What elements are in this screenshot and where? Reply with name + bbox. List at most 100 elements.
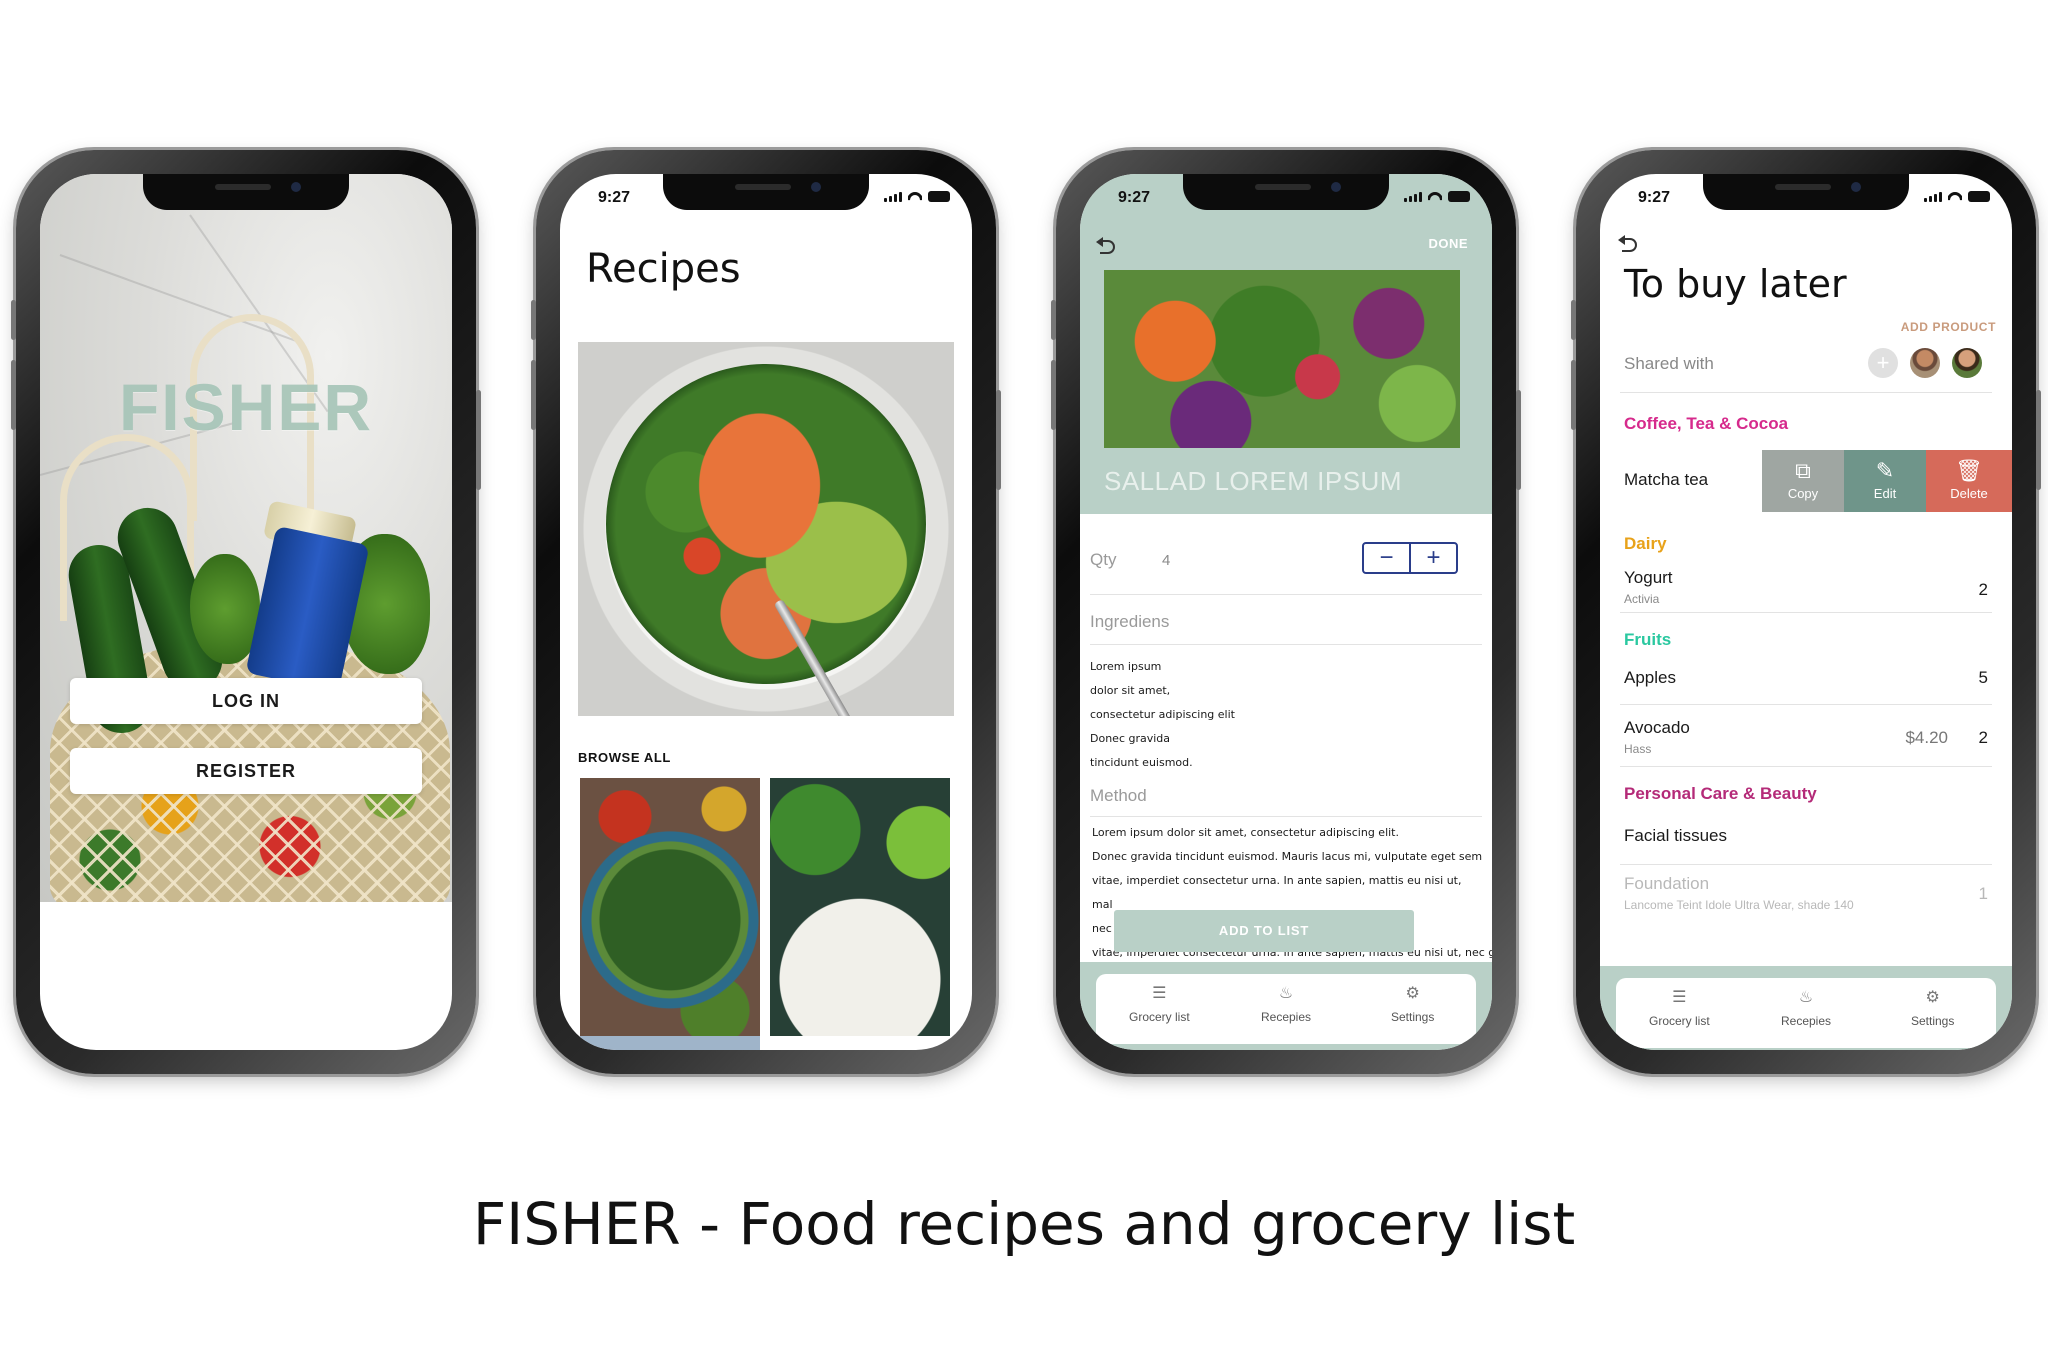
tab-label: Recepies xyxy=(1260,1010,1312,1024)
recipes-screen: 9:27 Recipes BROWSE ALL xyxy=(560,174,972,1050)
divider xyxy=(1090,816,1482,817)
action-label: Delete xyxy=(1950,486,1988,501)
method-label: Method xyxy=(1090,786,1147,805)
qty-label: Qty xyxy=(1090,550,1117,569)
item-quantity[interactable]: 2 xyxy=(1979,580,1988,600)
copy-button[interactable]: ⧉ Copy xyxy=(1762,450,1844,512)
divider xyxy=(1620,704,1992,705)
app-logo-text: FISHER xyxy=(118,370,374,444)
wifi-icon xyxy=(1948,191,1962,202)
page-title: Recipes xyxy=(586,246,741,292)
page-title: To buy later xyxy=(1624,262,1847,306)
notch xyxy=(1703,174,1909,210)
signal-icon xyxy=(884,192,902,202)
recipe-thumbnail[interactable] xyxy=(580,778,760,1036)
pot-icon: ♨ xyxy=(1278,985,1294,1002)
item-name[interactable]: Avocado xyxy=(1624,718,1690,738)
tab-label: Grocery list xyxy=(1128,1010,1190,1024)
clock: 9:27 xyxy=(598,189,631,206)
wifi-icon xyxy=(1428,191,1442,202)
item-brand: Activia xyxy=(1624,592,1660,606)
side-button xyxy=(1516,390,1521,490)
delete-button[interactable]: 🗑 Delete xyxy=(1926,450,2012,512)
tab-label: Settings xyxy=(1391,1010,1435,1024)
side-button xyxy=(1051,300,1056,340)
login-screen: FISHER LOG IN REGISTER xyxy=(40,174,452,1050)
clock: 9:27 xyxy=(1638,189,1671,206)
back-icon[interactable] xyxy=(1618,235,1638,252)
plus-icon[interactable]: + xyxy=(1409,544,1456,572)
battery-icon xyxy=(1448,191,1470,202)
phone-login: FISHER LOG IN REGISTER xyxy=(11,150,481,1074)
avatar[interactable] xyxy=(1910,348,1940,378)
tab-recepies[interactable]: ♨ Recepies xyxy=(1743,978,1870,1048)
side-button xyxy=(531,360,536,430)
pot-icon: ♨ xyxy=(1798,989,1814,1006)
item-quantity[interactable]: 2 xyxy=(1979,728,1988,748)
back-icon[interactable] xyxy=(1096,237,1116,254)
phone-recipe-detail: 9:27 DONE SALLAD LOREM IPSUM Qty 4 − + I… xyxy=(1051,150,1521,1074)
divider xyxy=(1620,392,1992,393)
recipe-photo xyxy=(1104,270,1460,448)
item-name[interactable]: Yogurt xyxy=(1624,568,1673,588)
qty-value: 4 xyxy=(1162,552,1171,569)
gear-icon: ⚙ xyxy=(1405,985,1420,1002)
method-line: nec xyxy=(1092,922,1112,935)
battery-icon xyxy=(928,191,950,202)
recipe-thumbnail[interactable] xyxy=(580,1036,760,1050)
ingredient-line: Donec gravida xyxy=(1090,732,1171,745)
add-product-button[interactable]: ADD PRODUCT xyxy=(1901,320,1996,334)
quantity-stepper[interactable]: − + xyxy=(1362,542,1458,574)
wifi-icon xyxy=(908,191,922,202)
item-name[interactable]: Matcha tea xyxy=(1624,470,1708,490)
add-to-list-button[interactable]: ADD TO LIST xyxy=(1114,910,1414,952)
tab-settings[interactable]: ⚙ Settings xyxy=(1869,978,1996,1048)
phone-recipes: 9:27 Recipes BROWSE ALL xyxy=(531,150,1001,1074)
minus-icon[interactable]: − xyxy=(1364,544,1409,572)
side-button xyxy=(11,300,16,340)
item-name[interactable]: Foundation xyxy=(1624,874,1709,894)
action-label: Edit xyxy=(1873,486,1897,501)
side-button xyxy=(996,390,1001,490)
item-quantity[interactable]: 5 xyxy=(1979,668,1988,688)
side-button xyxy=(11,360,16,430)
tab-settings[interactable]: ⚙ Settings xyxy=(1349,974,1476,1044)
divider xyxy=(1620,766,1992,767)
side-button xyxy=(476,390,481,490)
recipe-thumbnail[interactable] xyxy=(770,778,950,1036)
browse-all-heading[interactable]: BROWSE ALL xyxy=(578,750,671,765)
trash-icon: 🗑 xyxy=(1955,458,1983,483)
side-button xyxy=(1051,360,1056,430)
method-line: vitae, imperdiet consectetur urna. In an… xyxy=(1092,874,1462,887)
divider xyxy=(1090,594,1482,595)
signal-icon xyxy=(1924,192,1942,202)
signal-icon xyxy=(1404,192,1422,202)
item-name[interactable]: Apples xyxy=(1624,668,1676,688)
presentation-caption: FISHER - Food recipes and grocery list xyxy=(472,1190,1576,1258)
tab-grocery-list[interactable]: ☰ Grocery list xyxy=(1096,974,1223,1044)
item-brand: Lancome Teint Idole Ultra Wear, shade 14… xyxy=(1624,898,1854,912)
tab-recepies[interactable]: ♨ Recepies xyxy=(1223,974,1350,1044)
edit-button[interactable]: ✎ Edit xyxy=(1844,450,1926,512)
battery-icon xyxy=(1968,191,1990,202)
divider xyxy=(1620,864,1992,865)
item-brand: Hass xyxy=(1624,742,1652,756)
category-heading: Dairy xyxy=(1624,534,1667,553)
register-button[interactable]: REGISTER xyxy=(70,748,422,794)
method-line: mal xyxy=(1092,898,1113,911)
gear-icon: ⚙ xyxy=(1925,989,1940,1006)
action-label: Copy xyxy=(1787,486,1819,501)
item-quantity[interactable]: 1 xyxy=(1979,884,1988,904)
item-name[interactable]: Facial tissues xyxy=(1624,826,1727,846)
side-button xyxy=(1571,360,1576,430)
tab-grocery-list[interactable]: ☰ Grocery list xyxy=(1616,978,1743,1048)
edit-icon: ✎ xyxy=(1875,458,1895,483)
featured-recipe-photo[interactable] xyxy=(578,342,954,716)
avatar[interactable] xyxy=(1952,348,1982,378)
category-heading: Fruits xyxy=(1624,630,1672,649)
done-button[interactable]: DONE xyxy=(1428,236,1468,251)
recipe-detail-screen: 9:27 DONE SALLAD LOREM IPSUM Qty 4 − + I… xyxy=(1080,174,1492,1050)
add-person-icon[interactable]: + xyxy=(1868,348,1898,378)
category-heading: Personal Care & Beauty xyxy=(1624,784,1817,803)
login-button[interactable]: LOG IN xyxy=(70,678,422,724)
